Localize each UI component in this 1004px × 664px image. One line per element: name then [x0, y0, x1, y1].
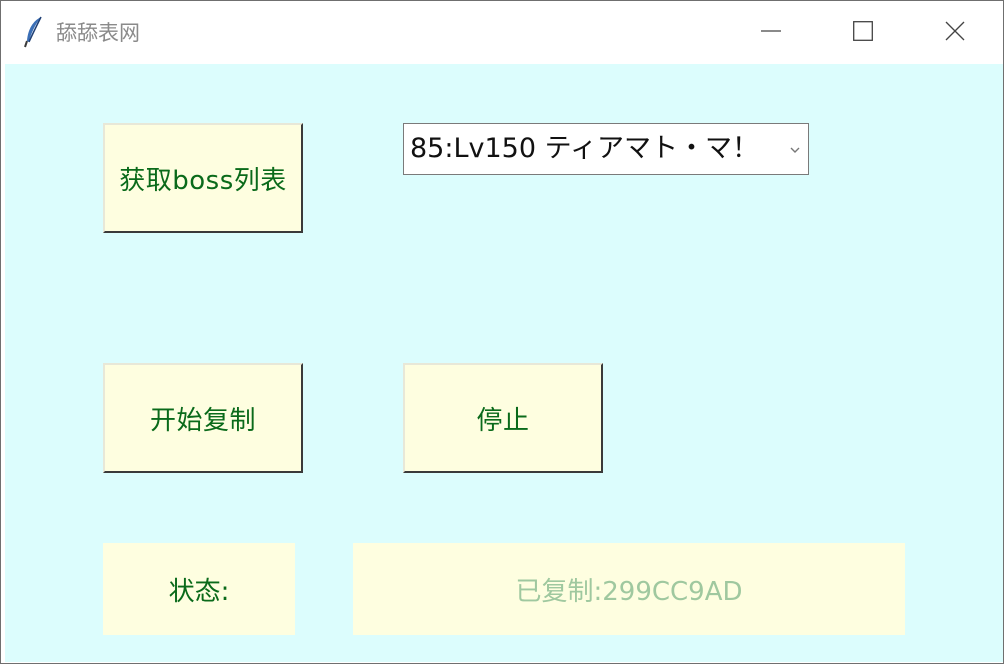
close-icon	[945, 21, 965, 45]
status-value: 已复制:299CC9AD	[353, 543, 905, 635]
client-area-edge	[976, 64, 1003, 662]
boss-select-dropdown[interactable]: 85:Lv150 ティアマト・マ！	[403, 123, 809, 175]
feather-icon	[23, 15, 45, 49]
chevron-down-icon[interactable]	[788, 142, 802, 156]
app-window: 舔舔表网 获取boss列表 85:Lv150 ティアマト・マ！ 开始复制 停止 …	[0, 0, 1004, 664]
start-copy-button[interactable]: 开始复制	[103, 363, 303, 473]
maximize-button[interactable]	[817, 1, 909, 64]
title-bar[interactable]: 舔舔表网	[1, 1, 1003, 64]
stop-button[interactable]: 停止	[403, 363, 603, 473]
boss-select-value: 85:Lv150 ティアマト・マ！	[410, 133, 759, 164]
status-label: 状态:	[103, 543, 295, 635]
minimize-button[interactable]	[725, 1, 817, 64]
window-title: 舔舔表网	[56, 21, 140, 45]
minimize-icon	[761, 21, 781, 45]
get-boss-list-button[interactable]: 获取boss列表	[103, 123, 303, 233]
close-button[interactable]	[909, 1, 1001, 64]
maximize-icon	[853, 20, 873, 45]
